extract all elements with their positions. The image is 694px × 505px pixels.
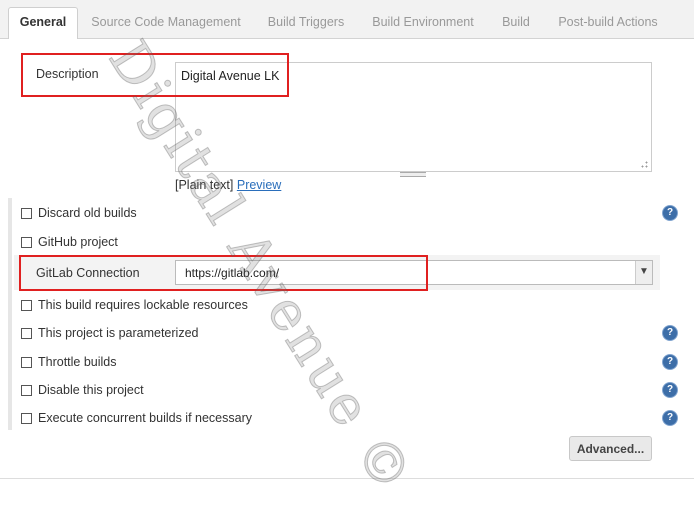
discard-old-builds-label: Discard old builds [38,206,137,220]
parameterized-checkbox[interactable] [21,327,32,339]
divider [0,478,694,479]
tab-source-code-management[interactable]: Source Code Management [84,8,248,38]
option-lockable-resources[interactable]: This build requires lockable resources [20,296,248,314]
help-icon[interactable]: ? [663,383,677,397]
tab-build[interactable]: Build [494,8,538,38]
option-concurrent-builds[interactable]: Execute concurrent builds if necessary [20,409,252,427]
disable-project-checkbox[interactable] [21,384,32,396]
github-project-label: GitHub project [38,235,118,249]
tab-build-environment[interactable]: Build Environment [365,8,481,38]
option-disable-project[interactable]: Disable this project [20,381,144,399]
parameterized-label: This project is parameterized [38,326,199,340]
help-icon[interactable]: ? [663,206,677,220]
section-indicator [8,198,12,430]
option-discard-old-builds[interactable]: Discard old builds [20,204,137,222]
concurrent-builds-checkbox[interactable] [21,412,32,424]
tab-general[interactable]: General [8,7,78,39]
help-icon[interactable]: ? [663,355,677,369]
chevron-down-icon[interactable]: ▼ [635,261,652,284]
discard-old-builds-checkbox[interactable] [21,207,32,219]
resize-corner-icon[interactable] [641,161,648,168]
option-github-project[interactable]: GitHub project [20,233,118,251]
lockable-resources-label: This build requires lockable resources [38,298,248,312]
textarea-resize-handle[interactable] [400,172,426,177]
help-icon[interactable]: ? [663,411,677,425]
lockable-resources-checkbox[interactable] [21,299,32,311]
disable-project-label: Disable this project [38,383,144,397]
advanced-button[interactable]: Advanced... [569,436,652,461]
throttle-builds-checkbox[interactable] [21,356,32,368]
throttle-builds-label: Throttle builds [38,355,117,369]
tab-bar: General Source Code Management Build Tri… [0,0,694,39]
tab-build-triggers[interactable]: Build Triggers [258,8,354,38]
option-parameterized[interactable]: This project is parameterized [20,324,198,342]
concurrent-builds-label: Execute concurrent builds if necessary [38,411,252,425]
help-icon[interactable]: ? [663,326,677,340]
github-project-checkbox[interactable] [21,236,32,248]
option-throttle-builds[interactable]: Throttle builds [20,353,117,371]
tab-post-build-actions[interactable]: Post-build Actions [551,8,665,38]
